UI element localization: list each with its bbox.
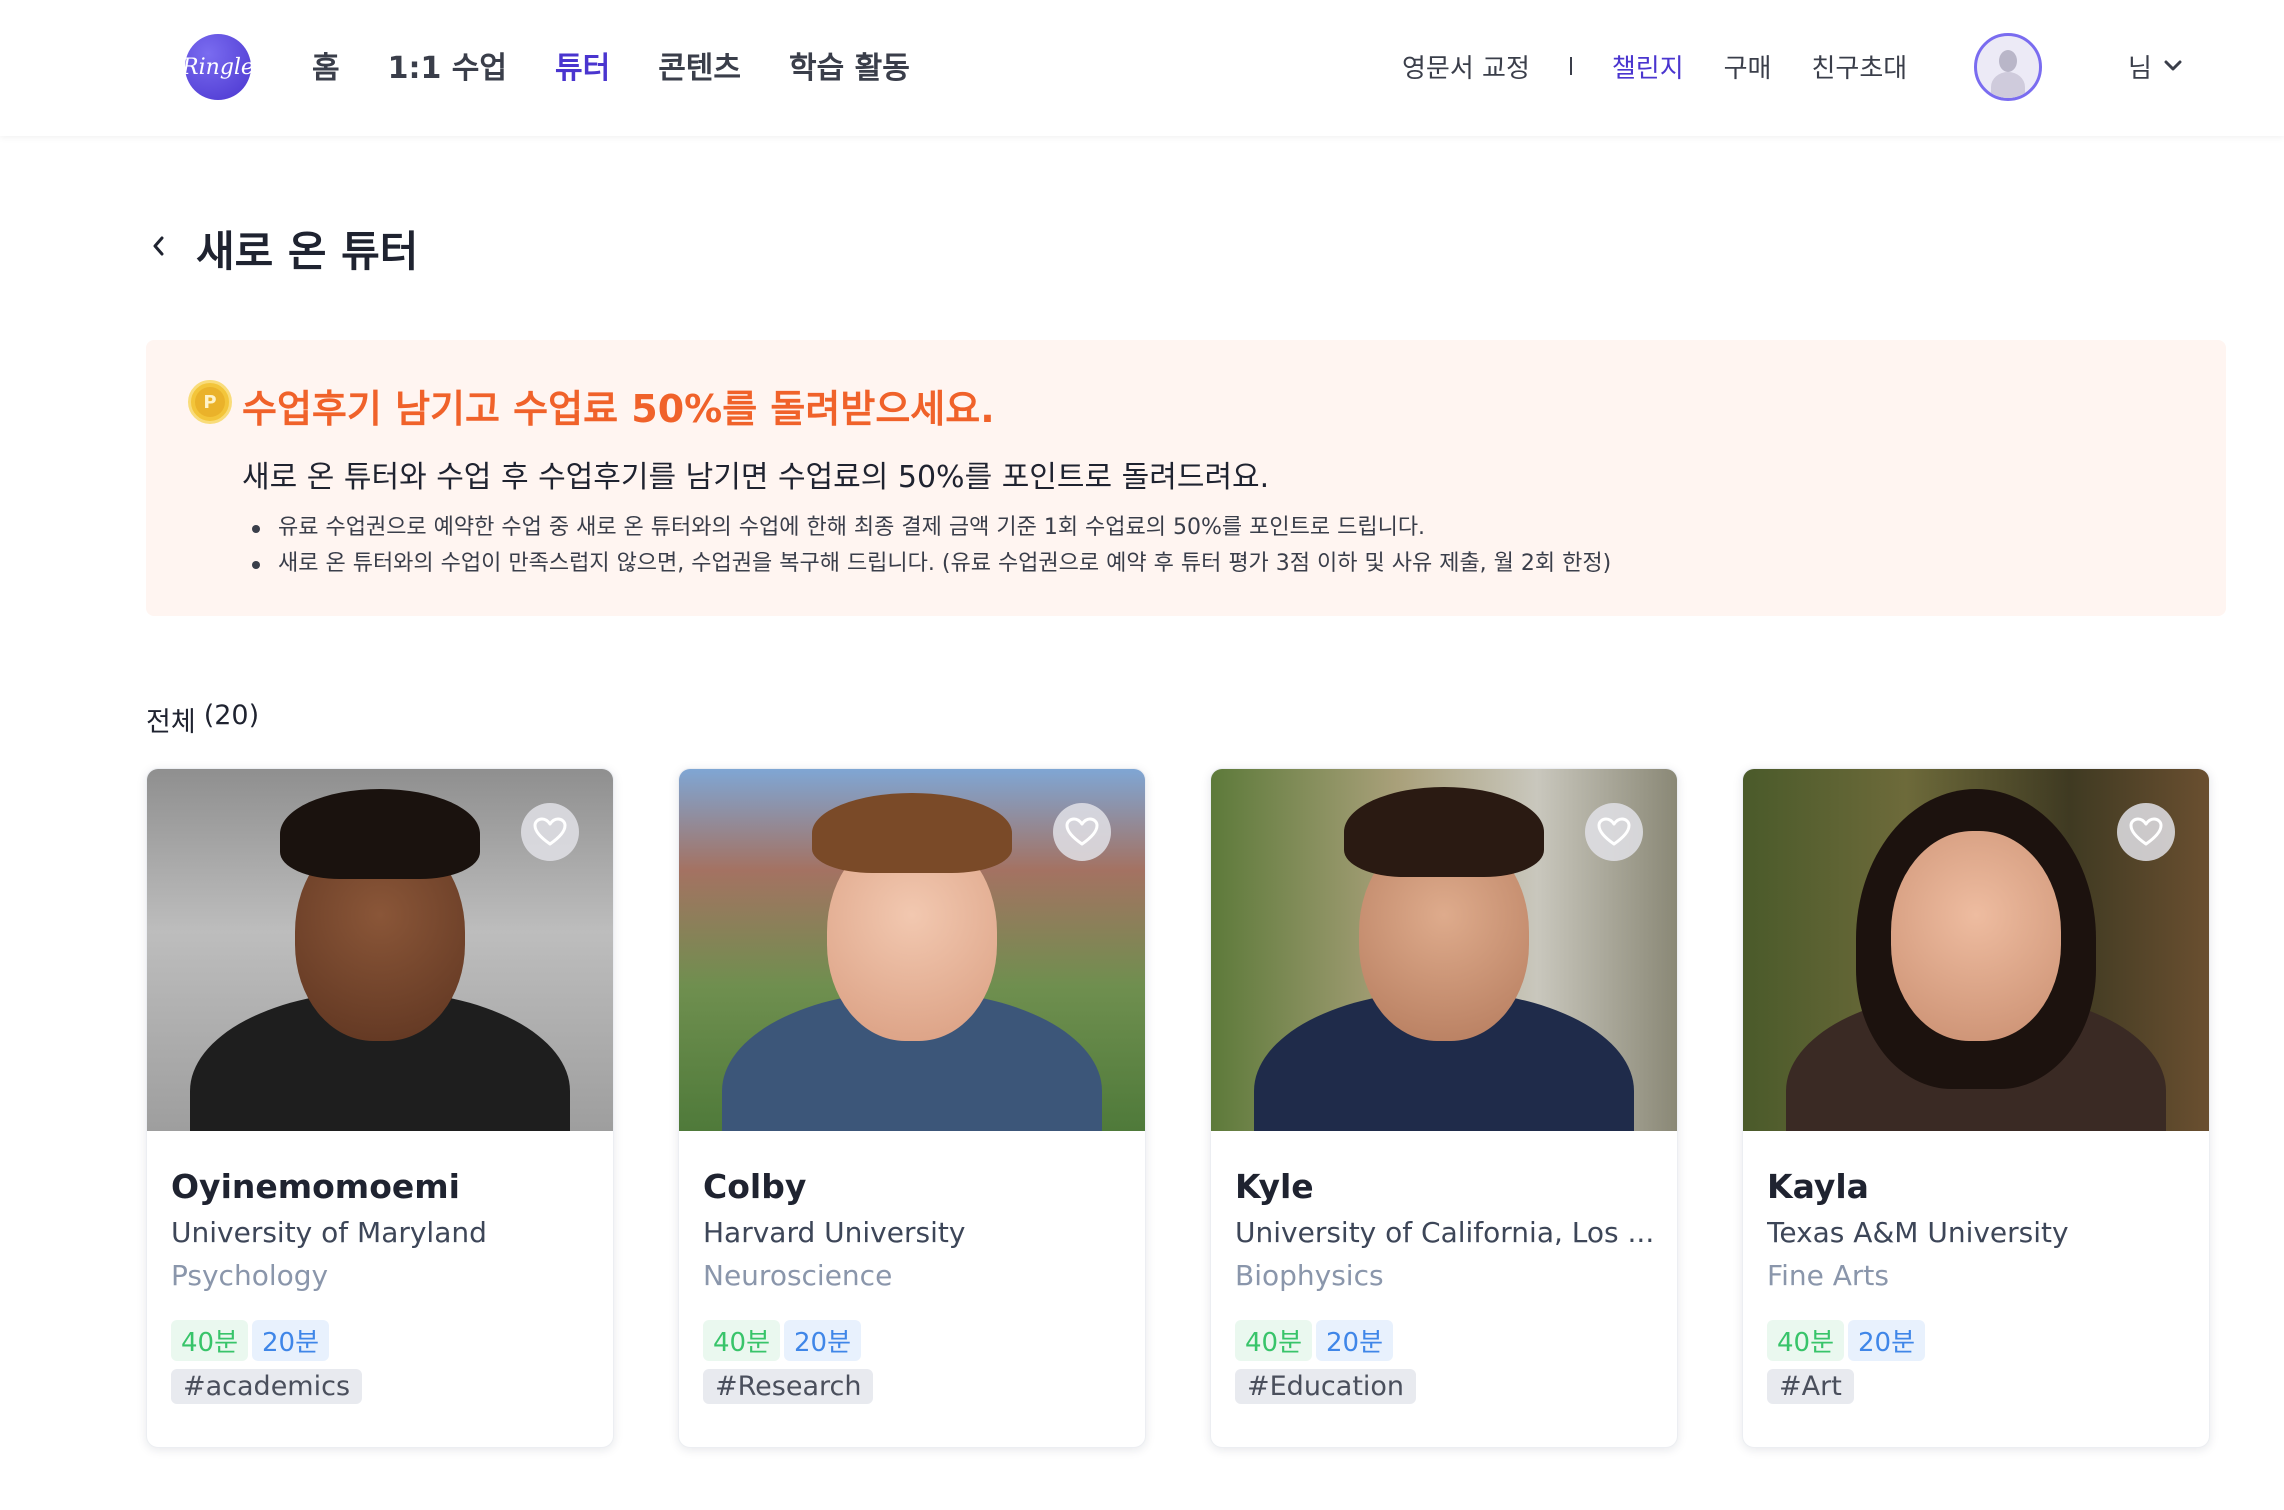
tutor-school: University of California, Los ... [1235, 1216, 1655, 1249]
tutor-name: Colby [703, 1167, 807, 1206]
favorite-button[interactable] [2117, 803, 2175, 861]
tutor-school: Harvard University [703, 1216, 966, 1249]
tutor-school: University of Maryland [171, 1216, 487, 1249]
tutor-photo [1211, 769, 1677, 1131]
lesson-20min-badge: 20분 [784, 1320, 862, 1361]
chevron-down-icon [2164, 60, 2182, 71]
tutor-tag: #Education [1235, 1369, 1417, 1404]
count-label: 전체 [146, 707, 196, 738]
ringle-logo[interactable]: Ringle [182, 34, 254, 100]
banner-subtitle: 새로 온 튜터와 수업 후 수업후기를 남기면 수업료의 50%를 포인트로 돌… [242, 460, 1270, 495]
tutor-name: Kyle [1235, 1167, 1314, 1206]
tutor-major: Fine Arts [1767, 1259, 1889, 1292]
nav-lessons[interactable]: 1:1 수업 [388, 43, 507, 87]
util-invite-link[interactable]: 친구초대 [1811, 48, 1907, 85]
tutor-tag: #Research [703, 1369, 874, 1404]
lesson-length-badges: 40분 20분 [1767, 1320, 2189, 1361]
lesson-20min-badge: 20분 [1848, 1320, 1926, 1361]
lesson-40min-badge: 40분 [1235, 1320, 1313, 1361]
nav-tutors[interactable]: 튜터 [555, 43, 610, 87]
point-coin-icon: P [188, 380, 232, 424]
tutor-name: Kayla [1767, 1167, 1869, 1206]
user-name: 님 [2128, 53, 2152, 84]
favorite-button[interactable] [1053, 803, 1111, 861]
util-proofread-link[interactable]: 영문서 교정 [1402, 48, 1530, 85]
tutor-card[interactable]: Kyle University of California, Los ... B… [1210, 768, 1678, 1448]
tutor-tag: #Art [1767, 1369, 1854, 1404]
tutor-tag: #academics [171, 1369, 363, 1404]
banner-note: 새로 온 튜터와의 수업이 만족스럽지 않으면, 수업권을 복구해 드립니다. … [252, 546, 1611, 582]
tutor-major: Biophysics [1235, 1259, 1384, 1292]
nav-activities[interactable]: 학습 활동 [789, 43, 910, 87]
tutor-card-list: Oyinemomoemi University of Maryland Psyc… [146, 768, 2210, 1448]
promo-banner: P 수업후기 남기고 수업료 50%를 돌려받으세요. 새로 온 튜터와 수업 … [146, 340, 2226, 616]
lesson-20min-badge: 20분 [1316, 1320, 1394, 1361]
avatar-placeholder-icon [1999, 50, 2017, 72]
banner-notes: 유료 수업권으로 예약한 수업 중 새로 온 튜터와의 수업에 한해 최종 결제… [252, 510, 1611, 582]
heart-outline-icon [2129, 817, 2163, 846]
banner-title: 수업후기 남기고 수업료 50%를 돌려받으세요. [242, 387, 995, 431]
page-title: 새로 온 튜터 [196, 227, 419, 276]
tutor-count: 전체 (20) [146, 700, 259, 739]
favorite-button[interactable] [521, 803, 579, 861]
lesson-40min-badge: 40분 [1767, 1320, 1845, 1361]
lesson-40min-badge: 40분 [703, 1320, 781, 1361]
tutor-card[interactable]: Oyinemomoemi University of Maryland Psyc… [146, 768, 614, 1448]
tutor-info: Oyinemomoemi University of Maryland Psyc… [171, 1167, 593, 1404]
banner-note: 유료 수업권으로 예약한 수업 중 새로 온 튜터와의 수업에 한해 최종 결제… [252, 510, 1611, 546]
tutor-photo [147, 769, 613, 1131]
util-challenge-link[interactable]: 챌린지 [1612, 48, 1684, 85]
back-button[interactable] [150, 226, 180, 266]
top-header: Ringle 홈 1:1 수업 튜터 콘텐츠 학습 활동 영문서 교정 챌린지 … [0, 0, 2284, 136]
avatar[interactable] [1974, 33, 2042, 101]
util-divider [1569, 57, 1572, 75]
tutor-card[interactable]: Colby Harvard University Neuroscience 40… [678, 768, 1146, 1448]
chevron-left-icon [153, 236, 164, 256]
count-value: (20) [203, 700, 260, 731]
heart-outline-icon [1065, 817, 1099, 846]
tutor-major: Psychology [171, 1259, 329, 1292]
tutor-school: Texas A&M University [1767, 1216, 2069, 1249]
heart-outline-icon [533, 817, 567, 846]
coin-glyph: P [195, 387, 225, 417]
favorite-button[interactable] [1585, 803, 1643, 861]
tutor-photo [679, 769, 1145, 1131]
logo-text: Ringle [182, 54, 254, 80]
lesson-40min-badge: 40분 [171, 1320, 249, 1361]
tutor-name: Oyinemomoemi [171, 1167, 460, 1206]
heart-outline-icon [1597, 817, 1631, 846]
tutor-major: Neuroscience [703, 1259, 893, 1292]
tutor-info: Colby Harvard University Neuroscience 40… [703, 1167, 1125, 1404]
user-menu[interactable]: 님 [2128, 44, 2182, 88]
lesson-length-badges: 40분 20분 [1235, 1320, 1657, 1361]
tutor-info: Kyle University of California, Los ... B… [1235, 1167, 1657, 1404]
lesson-20min-badge: 20분 [252, 1320, 330, 1361]
tutor-card[interactable]: Kayla Texas A&M University Fine Arts 40분… [1742, 768, 2210, 1448]
util-purchase-link[interactable]: 구매 [1724, 48, 1772, 85]
utility-nav: 영문서 교정 챌린지 구매 친구초대 [1402, 44, 1907, 88]
lesson-length-badges: 40분 20분 [171, 1320, 593, 1361]
lesson-length-badges: 40분 20분 [703, 1320, 1125, 1361]
tutor-info: Kayla Texas A&M University Fine Arts 40분… [1767, 1167, 2189, 1404]
tutor-photo [1743, 769, 2209, 1131]
nav-contents[interactable]: 콘텐츠 [658, 43, 741, 87]
main-nav: 홈 1:1 수업 튜터 콘텐츠 학습 활동 [312, 40, 910, 90]
nav-home[interactable]: 홈 [312, 43, 340, 87]
